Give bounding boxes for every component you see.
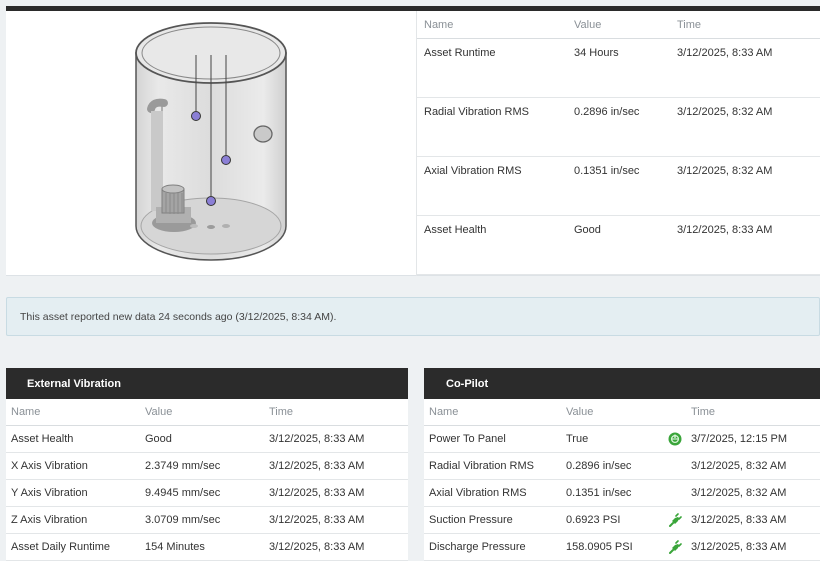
row-time: 3/12/2025, 8:33 AM — [269, 514, 365, 526]
row-time: 3/12/2025, 8:33 AM — [677, 224, 773, 236]
row-name: X Axis Vibration — [11, 460, 88, 472]
row-name: Asset Health — [424, 224, 487, 236]
row-value: 9.4945 mm/sec — [145, 487, 221, 499]
external-vibration-panel: External Vibration Name Value Time Asset… — [6, 368, 408, 561]
power-on-icon[interactable] — [668, 432, 682, 446]
row-time: 3/12/2025, 8:33 AM — [269, 487, 365, 499]
data-freshness-notice: This asset reported new data 24 seconds … — [6, 297, 820, 336]
row-value: 158.0905 PSI — [566, 541, 633, 553]
table-header: Name Value Time — [6, 399, 408, 426]
row-value: 0.1351 in/sec — [566, 487, 632, 499]
wet-well-diagram — [135, 22, 287, 261]
table-row: Y Axis Vibration 9.4945 mm/sec 3/12/2025… — [6, 480, 408, 507]
row-value: 154 Minutes — [145, 541, 205, 553]
table-row: Z Axis Vibration 3.0709 mm/sec 3/12/2025… — [6, 507, 408, 534]
row-time: 3/12/2025, 8:33 AM — [269, 541, 365, 553]
row-value: 2.3749 mm/sec — [145, 460, 221, 472]
row-name: Asset Health — [11, 433, 74, 445]
row-time: 3/12/2025, 8:33 AM — [691, 514, 787, 526]
panel-title: Co-Pilot — [424, 368, 820, 399]
header-value: Value — [566, 406, 594, 418]
row-value: Good — [145, 433, 172, 445]
level-sensor-1 — [191, 111, 201, 121]
header-name: Name — [424, 18, 454, 31]
header-time: Time — [269, 406, 294, 418]
header-name: Name — [429, 406, 459, 418]
header-time: Time — [691, 406, 716, 418]
row-time: 3/12/2025, 8:33 AM — [269, 460, 365, 472]
row-time: 3/12/2025, 8:33 AM — [269, 433, 365, 445]
plug-icon[interactable] — [668, 513, 682, 527]
row-name: Discharge Pressure — [429, 541, 526, 553]
row-value: 0.2896 in/sec — [574, 106, 640, 118]
asset-overview-panel: Name Value Time Asset Runtime 34 Hours 3… — [6, 11, 820, 276]
row-value: 0.2896 in/sec — [566, 460, 632, 472]
table-row: Asset Daily Runtime 154 Minutes 3/12/202… — [6, 534, 408, 561]
header-value: Value — [145, 406, 173, 418]
table-row: Discharge Pressure 158.0905 PSI 3/12/202… — [424, 534, 820, 561]
row-value: 0.6923 PSI — [566, 514, 621, 526]
row-name: Radial Vibration RMS — [429, 460, 534, 472]
table-row: Radial Vibration RMS 0.2896 in/sec 3/12/… — [424, 453, 820, 480]
header-value: Value — [574, 18, 602, 31]
header-time: Time — [677, 18, 702, 31]
row-time: 3/12/2025, 8:32 AM — [691, 460, 787, 472]
row-value: 34 Hours — [574, 47, 619, 59]
row-time: 3/7/2025, 12:15 PM — [691, 433, 788, 445]
row-time: 3/12/2025, 8:32 AM — [677, 106, 773, 118]
row-name: Asset Daily Runtime — [11, 541, 111, 553]
row-name: Y Axis Vibration — [11, 487, 88, 499]
row-name: Z Axis Vibration — [11, 514, 88, 526]
level-sensor-2 — [221, 155, 231, 165]
panel-title: External Vibration — [6, 368, 408, 399]
row-time: 3/12/2025, 8:32 AM — [677, 165, 773, 177]
row-value: True — [566, 433, 589, 445]
plug-icon[interactable] — [668, 540, 682, 554]
copilot-panel: Co-Pilot Name Value Time Power To Panel … — [424, 368, 820, 561]
row-value: Good — [574, 224, 601, 236]
table-row: Axial Vibration RMS 0.1351 in/sec 3/12/2… — [417, 157, 820, 216]
level-sensor-3 — [206, 196, 216, 206]
tank-illustration — [6, 11, 416, 276]
table-row: Asset Runtime 34 Hours 3/12/2025, 8:33 A… — [417, 39, 820, 98]
row-value: 0.1351 in/sec — [574, 165, 640, 177]
notice-text: This asset reported new data 24 seconds … — [20, 310, 337, 323]
row-name: Suction Pressure — [429, 514, 513, 526]
table-header: Name Value Time — [424, 399, 820, 426]
table-row: Power To Panel True 3/7/2025, 12:15 PM — [424, 426, 820, 453]
table-row: Suction Pressure 0.6923 PSI 3/12/2025, 8… — [424, 507, 820, 534]
row-time: 3/12/2025, 8:33 AM — [677, 47, 773, 59]
row-time: 3/12/2025, 8:33 AM — [691, 541, 787, 553]
row-name: Axial Vibration RMS — [424, 165, 522, 177]
row-time: 3/12/2025, 8:32 AM — [691, 487, 787, 499]
table-row: Asset Health Good 3/12/2025, 8:33 AM — [417, 216, 820, 275]
table-row: Axial Vibration RMS 0.1351 in/sec 3/12/2… — [424, 480, 820, 507]
table-header: Name Value Time — [417, 11, 820, 39]
row-name: Axial Vibration RMS — [429, 487, 527, 499]
row-name: Radial Vibration RMS — [424, 106, 529, 118]
table-row: Asset Health Good 3/12/2025, 8:33 AM — [6, 426, 408, 453]
row-name: Power To Panel — [429, 433, 506, 445]
row-name: Asset Runtime — [424, 47, 496, 59]
table-row: X Axis Vibration 2.3749 mm/sec 3/12/2025… — [6, 453, 408, 480]
table-row: Radial Vibration RMS 0.2896 in/sec 3/12/… — [417, 98, 820, 157]
row-value: 3.0709 mm/sec — [145, 514, 221, 526]
header-name: Name — [11, 406, 41, 418]
sensor-summary-table: Name Value Time Asset Runtime 34 Hours 3… — [416, 11, 820, 276]
